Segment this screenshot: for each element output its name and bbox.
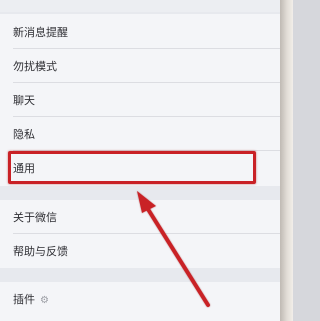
plugins-label: 插件 — [13, 293, 35, 306]
settings-group-about: 关于微信 帮助与反馈 — [0, 200, 280, 268]
settings-item-about-wechat[interactable]: 关于微信 — [0, 200, 280, 234]
settings-item-new-message-alert[interactable]: 新消息提醒 — [0, 15, 280, 49]
settings-item-privacy[interactable]: 隐私 — [0, 117, 280, 151]
settings-item-label: 帮助与反馈 — [13, 245, 68, 258]
top-strip — [0, 0, 280, 12]
gear-icon: ⚙ — [40, 294, 49, 306]
settings-item-label: 聊天 — [13, 94, 35, 107]
settings-item-plugins[interactable]: 插件 ⚙ — [0, 282, 280, 316]
settings-group-main: 新消息提醒 勿扰模式 聊天 隐私 通用 — [0, 14, 280, 186]
settings-item-general[interactable]: 通用 — [0, 151, 280, 185]
settings-screen: 新消息提醒 勿扰模式 聊天 隐私 通用 关于微信 帮助与反馈 插件 ⚙ — [0, 0, 280, 321]
settings-item-label: 关于微信 — [13, 211, 57, 224]
phone-edge — [280, 0, 293, 321]
settings-item-label: 通用 — [13, 162, 35, 175]
settings-item-label: 插件 ⚙ — [13, 291, 49, 307]
settings-item-label: 隐私 — [13, 128, 35, 141]
settings-group-plugins: 插件 ⚙ — [0, 282, 280, 321]
settings-item-chat[interactable]: 聊天 — [0, 83, 280, 117]
settings-item-label: 新消息提醒 — [13, 26, 68, 39]
settings-item-label: 勿扰模式 — [13, 60, 57, 73]
settings-item-help-feedback[interactable]: 帮助与反馈 — [0, 234, 280, 268]
settings-item-do-not-disturb[interactable]: 勿扰模式 — [0, 49, 280, 83]
